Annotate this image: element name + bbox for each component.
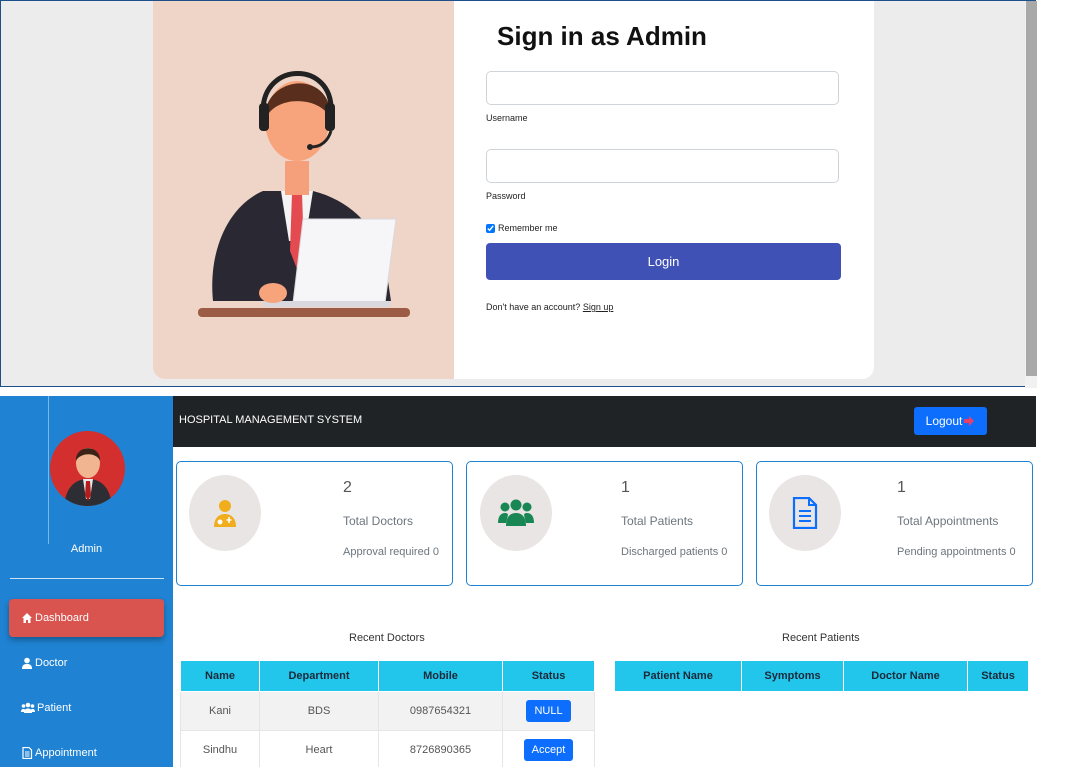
sidebar-item-label: Patient bbox=[37, 702, 72, 714]
logout-label: Logout bbox=[925, 414, 963, 428]
column-header: Symptoms bbox=[741, 660, 844, 692]
recent-doctors-title: Recent Doctors bbox=[349, 632, 425, 644]
status-button[interactable]: NULL bbox=[526, 700, 571, 722]
sidebar: Admin Dashboard Doctor Patient Appointme… bbox=[0, 396, 173, 767]
sidebar-item-dashboard[interactable]: Dashboard bbox=[9, 599, 164, 637]
scrollbar-thumb[interactable] bbox=[1026, 1, 1037, 376]
login-form: Sign in as Admin Username Password Remem… bbox=[486, 1, 856, 379]
username-label: Username bbox=[486, 113, 528, 123]
stat-icon-circle bbox=[480, 475, 552, 551]
login-window: Sign in as Admin Username Password Remem… bbox=[0, 0, 1037, 388]
signup-prompt: Don't have an account? Sign up bbox=[486, 302, 613, 312]
file-icon bbox=[22, 747, 33, 759]
stat-card-patients: 1 Total Patients Discharged patients 0 bbox=[466, 461, 743, 586]
receptionist-illustration-image bbox=[198, 71, 410, 317]
doctor-mobile: 8726890365 bbox=[378, 730, 503, 767]
stat-sub: Discharged patients 0 bbox=[621, 546, 728, 558]
logout-button[interactable]: Logout bbox=[914, 407, 987, 435]
logout-arrow-icon bbox=[964, 416, 975, 426]
password-label: Password bbox=[486, 191, 526, 201]
doctor-status-cell: NULL bbox=[502, 691, 595, 731]
remember-me[interactable]: Remember me bbox=[486, 223, 558, 233]
top-navbar: HOSPITAL MANAGEMENT SYSTEM Logout bbox=[173, 396, 1036, 447]
stat-card-doctors: 2 Total Doctors Approval required 0 bbox=[176, 461, 453, 586]
doctor-icon bbox=[214, 500, 236, 527]
sidebar-item-appointment[interactable]: Appointment bbox=[9, 734, 164, 767]
stat-label: Total Doctors bbox=[343, 514, 414, 528]
recent-doctors-table: Name Department Mobile Status Kani BDS 0… bbox=[180, 660, 595, 767]
signup-prompt-text: Don't have an account? bbox=[486, 302, 581, 312]
home-icon bbox=[22, 613, 32, 623]
avatar bbox=[50, 431, 125, 506]
doctor-department: BDS bbox=[259, 691, 379, 731]
remember-me-label: Remember me bbox=[498, 223, 558, 233]
login-button[interactable]: Login bbox=[486, 243, 841, 280]
doctor-status-cell: Accept bbox=[502, 730, 595, 767]
column-header: Status bbox=[502, 660, 595, 692]
stat-label: Total Appointments bbox=[897, 514, 999, 528]
sidebar-item-label: Doctor bbox=[35, 657, 68, 669]
login-card: Sign in as Admin Username Password Remem… bbox=[153, 1, 874, 379]
column-header: Doctor Name bbox=[843, 660, 968, 692]
sidebar-item-label: Dashboard bbox=[35, 612, 89, 624]
table-header-row: Name Department Mobile Status bbox=[180, 660, 595, 692]
table-row: Sindhu Heart 8726890365 Accept bbox=[180, 730, 595, 767]
login-title: Sign in as Admin bbox=[497, 21, 707, 51]
sidebar-divider-vertical bbox=[48, 396, 49, 544]
doctor-name: Sindhu bbox=[180, 730, 260, 767]
user-doctor-icon bbox=[22, 657, 32, 669]
stat-label: Total Patients bbox=[621, 514, 694, 528]
sidebar-divider bbox=[10, 578, 164, 579]
receptionist-illustration bbox=[153, 1, 454, 379]
brand-title: HOSPITAL MANAGEMENT SYSTEM bbox=[179, 414, 363, 426]
recent-patients-table: Patient Name Symptoms Doctor Name Status bbox=[614, 660, 1029, 692]
sidebar-item-doctor[interactable]: Doctor bbox=[9, 644, 164, 682]
stat-card-appointments: 1 Total Appointments Pending appointment… bbox=[756, 461, 1033, 586]
stat-sub: Pending appointments 0 bbox=[897, 546, 1016, 558]
username-input[interactable] bbox=[486, 71, 839, 105]
password-input[interactable] bbox=[486, 149, 839, 183]
admin-name: Admin bbox=[70, 543, 103, 555]
column-header: Department bbox=[259, 660, 379, 692]
admin-avatar-icon bbox=[64, 448, 112, 506]
stat-value: 1 bbox=[897, 479, 906, 496]
signup-link[interactable]: Sign up bbox=[583, 302, 614, 312]
column-header: Status bbox=[967, 660, 1029, 692]
file-icon bbox=[792, 497, 818, 529]
stat-value: 2 bbox=[343, 479, 352, 496]
column-header: Mobile bbox=[378, 660, 503, 692]
stat-value: 1 bbox=[621, 479, 630, 496]
column-header: Name bbox=[180, 660, 260, 692]
users-icon bbox=[21, 702, 35, 713]
sidebar-item-label: Appointment bbox=[35, 747, 97, 759]
stat-icon-circle bbox=[769, 475, 841, 551]
doctor-mobile: 0987654321 bbox=[378, 691, 503, 731]
sidebar-item-patient[interactable]: Patient bbox=[9, 689, 164, 727]
accept-button[interactable]: Accept bbox=[523, 739, 574, 761]
stat-sub: Approval required 0 bbox=[343, 546, 440, 558]
stat-icon-circle bbox=[189, 475, 261, 551]
table-header-row: Patient Name Symptoms Doctor Name Status bbox=[614, 660, 1029, 692]
column-header: Patient Name bbox=[614, 660, 742, 692]
admin-dashboard: Admin Dashboard Doctor Patient Appointme… bbox=[0, 396, 1036, 767]
table-row: Kani BDS 0987654321 NULL bbox=[180, 691, 595, 731]
recent-patients-title: Recent Patients bbox=[782, 632, 860, 644]
remember-me-checkbox[interactable] bbox=[486, 223, 495, 233]
users-icon bbox=[498, 499, 534, 526]
doctor-department: Heart bbox=[259, 730, 379, 767]
doctor-name: Kani bbox=[180, 691, 260, 731]
